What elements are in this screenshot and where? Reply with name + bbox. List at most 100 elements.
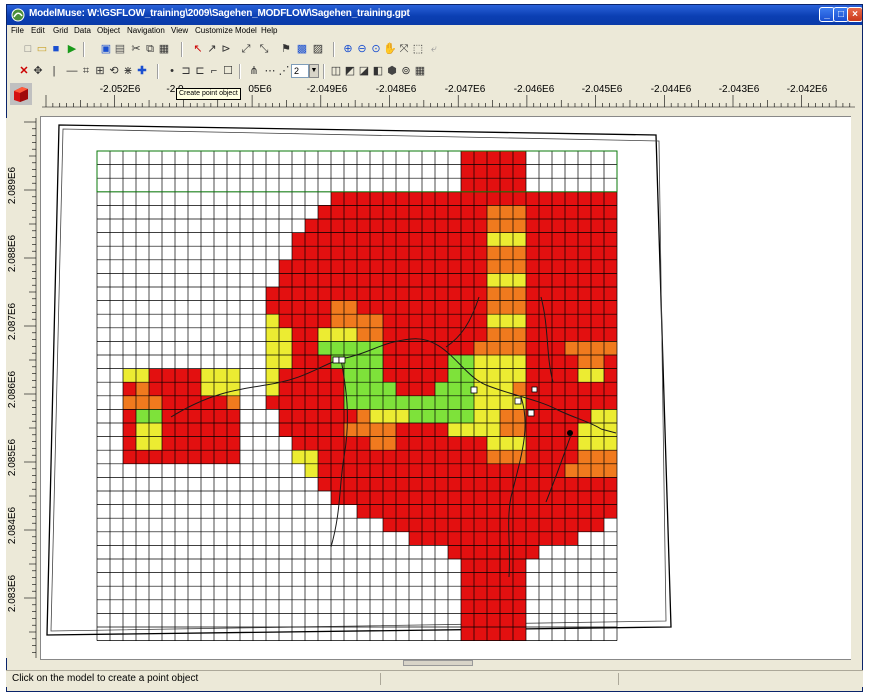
vertical-line-icon[interactable]: | bbox=[47, 64, 61, 78]
zoom-icon[interactable]: ⊙ bbox=[369, 42, 383, 56]
delete-icon[interactable]: ✕ bbox=[17, 64, 31, 78]
insert-vertex-icon[interactable]: ⤡ bbox=[257, 42, 271, 56]
grid-cell bbox=[526, 368, 539, 383]
grid-cell bbox=[552, 382, 565, 396]
grid-cell bbox=[136, 450, 149, 464]
grid-cell bbox=[383, 300, 396, 315]
menu-customize[interactable]: Customize bbox=[195, 26, 233, 35]
join-object-icon[interactable]: ⋰ bbox=[277, 64, 291, 78]
grid-cell bbox=[461, 599, 474, 614]
model-top-view-canvas[interactable] bbox=[40, 116, 855, 660]
menu-data[interactable]: Data bbox=[74, 26, 91, 35]
grid-cell bbox=[487, 314, 500, 328]
model-grid-view[interactable] bbox=[41, 117, 855, 660]
move-icon[interactable]: ✥ bbox=[31, 64, 45, 78]
grid-cell bbox=[266, 314, 279, 328]
menu-object[interactable]: Object bbox=[97, 26, 120, 35]
menu-grid[interactable]: Grid bbox=[53, 26, 68, 35]
select-lasso-icon[interactable]: ↗ bbox=[205, 42, 219, 56]
create-straight-line-icon[interactable]: ⌐ bbox=[207, 64, 221, 78]
flag-icon[interactable]: ⚑ bbox=[279, 42, 293, 56]
grid-cell bbox=[344, 409, 357, 423]
title-bar[interactable]: ModelMuse: W:\GSFLOW_training\2009\Sageh… bbox=[7, 5, 862, 25]
3d-view-icon[interactable]: ◫ bbox=[329, 64, 343, 78]
3d-shade-icon[interactable]: ◪ bbox=[357, 64, 371, 78]
spin-edit[interactable]: 2 bbox=[291, 64, 309, 78]
close-button[interactable]: × bbox=[847, 7, 862, 22]
pan-icon[interactable]: ✋ bbox=[383, 42, 397, 56]
grid-cell bbox=[513, 613, 526, 627]
horizontal-scroll-thumb[interactable] bbox=[403, 660, 473, 666]
3d-rotate-icon[interactable]: ◩ bbox=[343, 64, 357, 78]
spacing-icon[interactable]: ⋇ bbox=[121, 64, 135, 78]
ruler-icon[interactable]: ▨ bbox=[311, 42, 325, 56]
menu-file[interactable]: File bbox=[11, 26, 24, 35]
cell-fill-icon[interactable]: ⬢ bbox=[385, 64, 399, 78]
create-polygon-object-icon[interactable]: ⊏ bbox=[193, 64, 207, 78]
grid-cell bbox=[526, 436, 539, 451]
create-rectangle-object-icon[interactable]: ☐ bbox=[221, 64, 235, 78]
grid-cell bbox=[435, 450, 448, 464]
zoom-window-icon[interactable]: ⬚ bbox=[411, 42, 425, 56]
add-gridline-icon[interactable]: ✚ bbox=[135, 64, 149, 78]
horizontal-line-icon[interactable]: — bbox=[65, 64, 79, 78]
toolbar-separator bbox=[333, 42, 335, 57]
grid-cell bbox=[591, 246, 604, 260]
zoom-extents-icon[interactable]: ⤧ bbox=[397, 42, 411, 56]
menu-help[interactable]: Help bbox=[261, 26, 277, 35]
copy-icon[interactable]: ⧉ bbox=[143, 42, 157, 56]
vertex-edit-icon[interactable]: ⋔ bbox=[247, 64, 261, 78]
edit-vertex-icon[interactable]: ⤢ bbox=[239, 42, 253, 56]
zoom-previous-icon[interactable]: ⤶ bbox=[427, 42, 441, 56]
table-icon[interactable]: ▦ bbox=[413, 64, 427, 78]
grid-cell bbox=[539, 368, 552, 383]
save-icon[interactable]: ■ bbox=[49, 42, 63, 56]
create-line-object-icon[interactable]: ⊐ bbox=[179, 64, 193, 78]
select-point-icon[interactable]: ⊳ bbox=[219, 42, 233, 56]
zoom-in-icon[interactable]: ⊕ bbox=[341, 42, 355, 56]
contour-icon[interactable]: ⊚ bbox=[399, 64, 413, 78]
grid-cell bbox=[591, 409, 604, 423]
zoom-out-icon[interactable]: ⊖ bbox=[355, 42, 369, 56]
grid-cell bbox=[474, 327, 487, 342]
new-file-icon[interactable]: □ bbox=[21, 42, 35, 56]
grid-cell bbox=[292, 423, 305, 437]
create-point-object-icon[interactable]: • bbox=[165, 64, 179, 78]
grid-cell bbox=[409, 491, 422, 505]
open-folder-icon[interactable]: ▭ bbox=[35, 42, 49, 56]
grid-cell bbox=[500, 232, 513, 247]
paste-icon[interactable]: ▦ bbox=[157, 42, 171, 56]
grid-cell bbox=[292, 300, 305, 315]
spin-dropdown-arrow[interactable]: ▼ bbox=[309, 64, 319, 78]
grid-cell bbox=[318, 382, 331, 396]
select-arrow-icon[interactable]: ↖ bbox=[191, 42, 205, 56]
grid-cell bbox=[591, 219, 604, 233]
cut-icon[interactable]: ✂ bbox=[129, 42, 143, 56]
grid-cell bbox=[461, 205, 474, 219]
front-view-icon[interactable]: ▤ bbox=[113, 42, 127, 56]
grid-cell bbox=[357, 450, 370, 464]
grid-cell bbox=[487, 164, 500, 179]
menu-navigation[interactable]: Navigation bbox=[127, 26, 165, 35]
run-model-icon[interactable]: ▶ bbox=[65, 42, 79, 56]
top-view-icon[interactable]: ▣ bbox=[99, 42, 113, 56]
menu-view[interactable]: View bbox=[171, 26, 188, 35]
split-object-icon[interactable]: ⋯ bbox=[263, 64, 277, 78]
rotate-grid-icon[interactable]: ⟲ bbox=[107, 64, 121, 78]
grid-cell bbox=[513, 491, 526, 505]
menu-model[interactable]: Model bbox=[235, 26, 257, 35]
grid-cell bbox=[461, 423, 474, 437]
grid-cell bbox=[435, 477, 448, 491]
grid-cell bbox=[578, 463, 591, 478]
grid-cell bbox=[513, 599, 526, 614]
3d-cube-icon[interactable] bbox=[10, 83, 32, 105]
grid-cell bbox=[344, 423, 357, 437]
grid-cell bbox=[422, 259, 435, 274]
3d-grid-icon[interactable]: ◧ bbox=[371, 64, 385, 78]
grid-icon[interactable]: ▩ bbox=[295, 42, 309, 56]
menu-edit[interactable]: Edit bbox=[31, 26, 45, 35]
grid-cell bbox=[409, 300, 422, 315]
vertical-scrollbar[interactable] bbox=[851, 116, 855, 660]
grid-cell-icon[interactable]: ⊞ bbox=[93, 64, 107, 78]
grid-lines-icon[interactable]: ⌗ bbox=[79, 64, 93, 78]
